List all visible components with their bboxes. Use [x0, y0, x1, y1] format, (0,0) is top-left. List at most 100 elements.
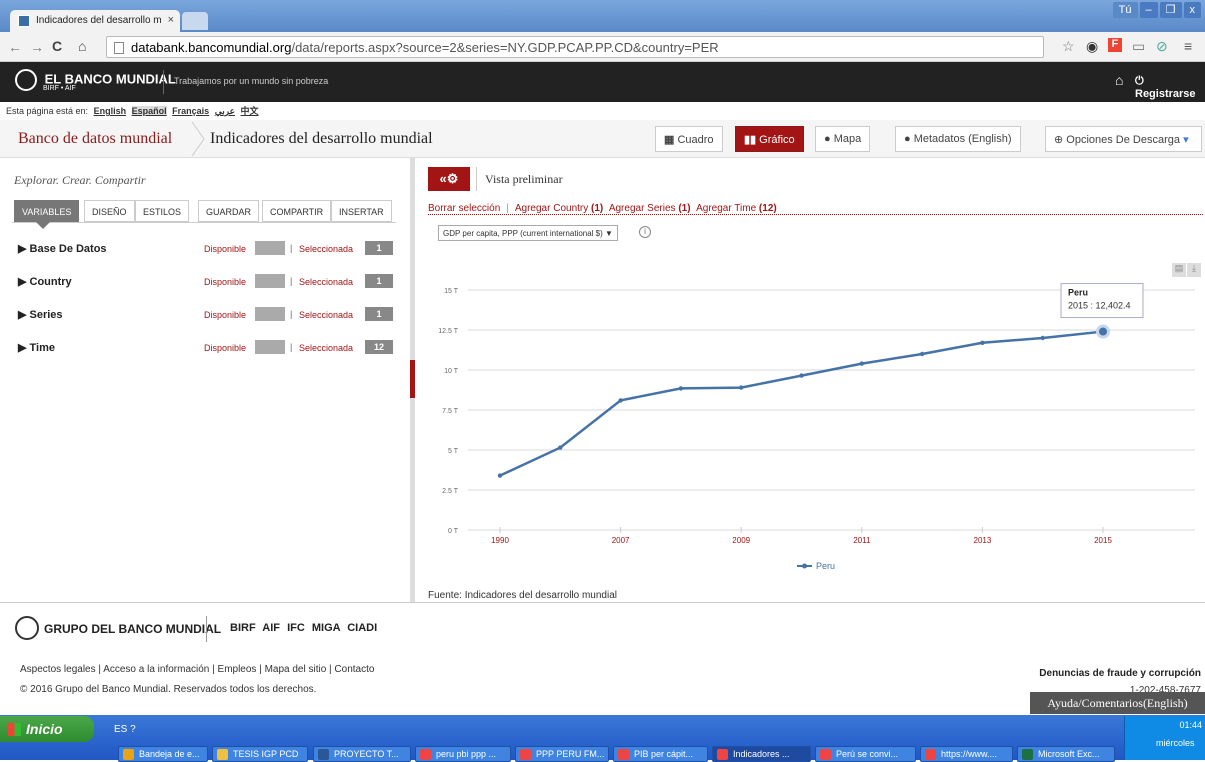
view-chart-button[interactable]: ▮▮ Gráfico — [735, 126, 804, 152]
help-feedback-button[interactable]: Ayuda/Comentarios(English) — [1030, 692, 1205, 714]
download-label: Opciones De Descarga — [1066, 134, 1181, 146]
tab-close-icon[interactable]: × — [168, 14, 174, 26]
register-button[interactable]: ⏻ Registrarse — [1135, 75, 1205, 100]
lang-arabic[interactable]: عربي — [215, 106, 235, 116]
add-series-link[interactable]: Agregar Series (1) — [609, 203, 691, 214]
breadcrumb-databank[interactable]: Banco de datos mundial — [18, 130, 172, 148]
variable-row-database[interactable]: ▶ Base De Datos Disponible | Seleccionad… — [12, 238, 402, 270]
maximize-button[interactable]: ❐ — [1159, 2, 1182, 18]
y-tick-label: 2.5 T — [442, 488, 459, 495]
taskbar-item-label: Perú se convi... — [836, 749, 899, 759]
row-label: ▶ Country — [18, 276, 72, 288]
close-window-button[interactable]: x — [1183, 2, 1201, 18]
tab-design[interactable]: DISEÑO — [84, 200, 135, 222]
add-country-link[interactable]: Agregar Country (1) — [515, 203, 603, 214]
tab-embed[interactable]: INSERTAR — [331, 200, 392, 222]
address-bar[interactable]: databank.bancomundial.org/data/reports.a… — [106, 36, 1044, 58]
available-link[interactable]: Disponible — [204, 244, 246, 254]
taskbar-item-label: PROYECTO T... — [334, 749, 399, 759]
back-icon[interactable]: ← — [8, 39, 22, 55]
extension-icon[interactable]: ◉ — [1086, 38, 1098, 55]
row-label-text: Series — [29, 309, 63, 321]
splitter-handle[interactable] — [410, 360, 415, 398]
new-tab-button[interactable] — [182, 12, 208, 30]
legend-label: Peru — [816, 561, 835, 571]
add-series-count: (1) — [678, 203, 691, 214]
lang-english[interactable]: English — [94, 106, 127, 116]
lang-francais[interactable]: Français — [172, 106, 209, 116]
link-separator: | — [506, 203, 509, 214]
tab-save[interactable]: GUARDAR — [198, 200, 260, 222]
data-point — [919, 351, 925, 357]
tab-variables[interactable]: VARIABLES — [14, 200, 80, 222]
download-options-button[interactable]: ⊕ Opciones De Descarga ▾ — [1045, 126, 1202, 152]
language-bar: Esta página está en: English Español Fra… — [0, 102, 1205, 118]
star-icon[interactable]: ☆ — [1062, 38, 1075, 55]
tab-styles[interactable]: ESTILOS — [135, 200, 190, 222]
taskbar-item-label: Indicadores ... — [733, 749, 790, 759]
group-name[interactable]: GRUPO DEL BANCO MUNDIAL — [44, 622, 221, 636]
add-time-label: Agregar Time — [696, 203, 757, 214]
user-button[interactable]: Tú — [1112, 2, 1138, 18]
taskbar-item-label: peru pbi ppp ... — [436, 749, 497, 759]
flipboard-icon[interactable]: F — [1108, 38, 1122, 52]
collapse-settings-button[interactable]: «⚙ — [428, 167, 470, 191]
start-button[interactable]: Inicio — [0, 716, 94, 742]
variable-row-country[interactable]: ▶ Country Disponible | Seleccionada 1 — [12, 271, 402, 303]
selected-link[interactable]: Seleccionada — [299, 277, 353, 287]
url-path: /data/reports.aspx?source=2&series=NY.GD… — [291, 40, 719, 55]
selected-link[interactable]: Seleccionada — [299, 343, 353, 353]
reload-icon[interactable]: C — [52, 38, 62, 54]
selected-link[interactable]: Seleccionada — [299, 244, 353, 254]
row-separator: | — [290, 309, 293, 319]
available-link[interactable]: Disponible — [204, 277, 246, 287]
selected-link[interactable]: Seleccionada — [299, 310, 353, 320]
org-links[interactable]: BIRF AIF IFC MIGA CIADI — [230, 622, 377, 634]
house-icon[interactable]: ⌂ — [1115, 72, 1123, 88]
view-map-button[interactable]: ● Mapa — [815, 126, 871, 152]
grid-icon: ▦ — [664, 134, 678, 146]
view-table-button[interactable]: ▦ Cuadro — [655, 126, 723, 152]
taskbar-item-label: https://www.... — [941, 749, 998, 759]
power-icon: ⏻ — [1135, 75, 1144, 87]
language-indicator[interactable]: ES ? — [114, 724, 136, 735]
selected-count: 12 — [365, 340, 393, 354]
row-label: ▶ Series — [18, 309, 63, 321]
series-select[interactable]: GDP per capita, PPP (current internation… — [438, 225, 618, 241]
menu-icon[interactable]: ≡ — [1184, 38, 1192, 54]
add-time-link[interactable]: Agregar Time (12) — [696, 203, 777, 214]
doc-icon[interactable]: ▭ — [1132, 38, 1145, 55]
available-link[interactable]: Disponible — [204, 343, 246, 353]
clip-icon[interactable]: ⊘ — [1156, 38, 1168, 55]
clock-day: miércoles — [1156, 738, 1195, 748]
clear-selection-link[interactable]: Borrar selección — [428, 203, 500, 214]
legal-links[interactable]: Aspectos legales | Acceso a la informaci… — [20, 664, 374, 675]
variable-row-series[interactable]: ▶ Series Disponible | Seleccionada 1 — [12, 304, 402, 336]
available-link[interactable]: Disponible — [204, 310, 246, 320]
variable-row-time[interactable]: ▶ Time Disponible | Seleccionada 12 — [12, 337, 402, 369]
row-label-text: Country — [29, 276, 72, 288]
site-logo[interactable]: EL BANCO MUNDIAL BIRF • AIF — [15, 69, 176, 92]
tab-share[interactable]: COMPARTIR — [262, 200, 332, 222]
app-icon — [618, 749, 629, 760]
minimize-button[interactable]: – — [1139, 2, 1158, 18]
add-time-count: (12) — [758, 203, 777, 214]
clock[interactable]: 01:44 — [1168, 720, 1202, 730]
forward-icon[interactable]: → — [30, 39, 44, 55]
row-label-text: Time — [29, 342, 55, 354]
caret-down-icon: ▾ — [1180, 134, 1189, 146]
tagline: Trabajamos por un mundo sin pobreza — [174, 76, 329, 86]
fraud-heading[interactable]: Denuncias de fraude y corrupción — [1039, 668, 1201, 679]
help-icon: ? — [130, 724, 136, 735]
lang-espanol[interactable]: Español — [131, 106, 167, 116]
line-chart: 0 T 2.5 T 5 T 7.5 T 10 T 12.5 T 15 T 1990 2007 20… — [438, 283, 1195, 571]
home-icon[interactable]: ⌂ — [78, 38, 86, 54]
language-code: ES — [114, 724, 128, 735]
browser-tab[interactable]: Indicadores del desarrollo m × — [10, 10, 180, 32]
info-icon[interactable]: i — [639, 226, 651, 238]
app-icon — [925, 749, 936, 760]
view-metadata-button[interactable]: ● Metadatos (English) — [895, 126, 1021, 152]
series-select-value: GDP per capita, PPP (current internation… — [443, 229, 603, 238]
data-point — [618, 398, 623, 403]
lang-chinese[interactable]: 中文 — [241, 106, 259, 116]
